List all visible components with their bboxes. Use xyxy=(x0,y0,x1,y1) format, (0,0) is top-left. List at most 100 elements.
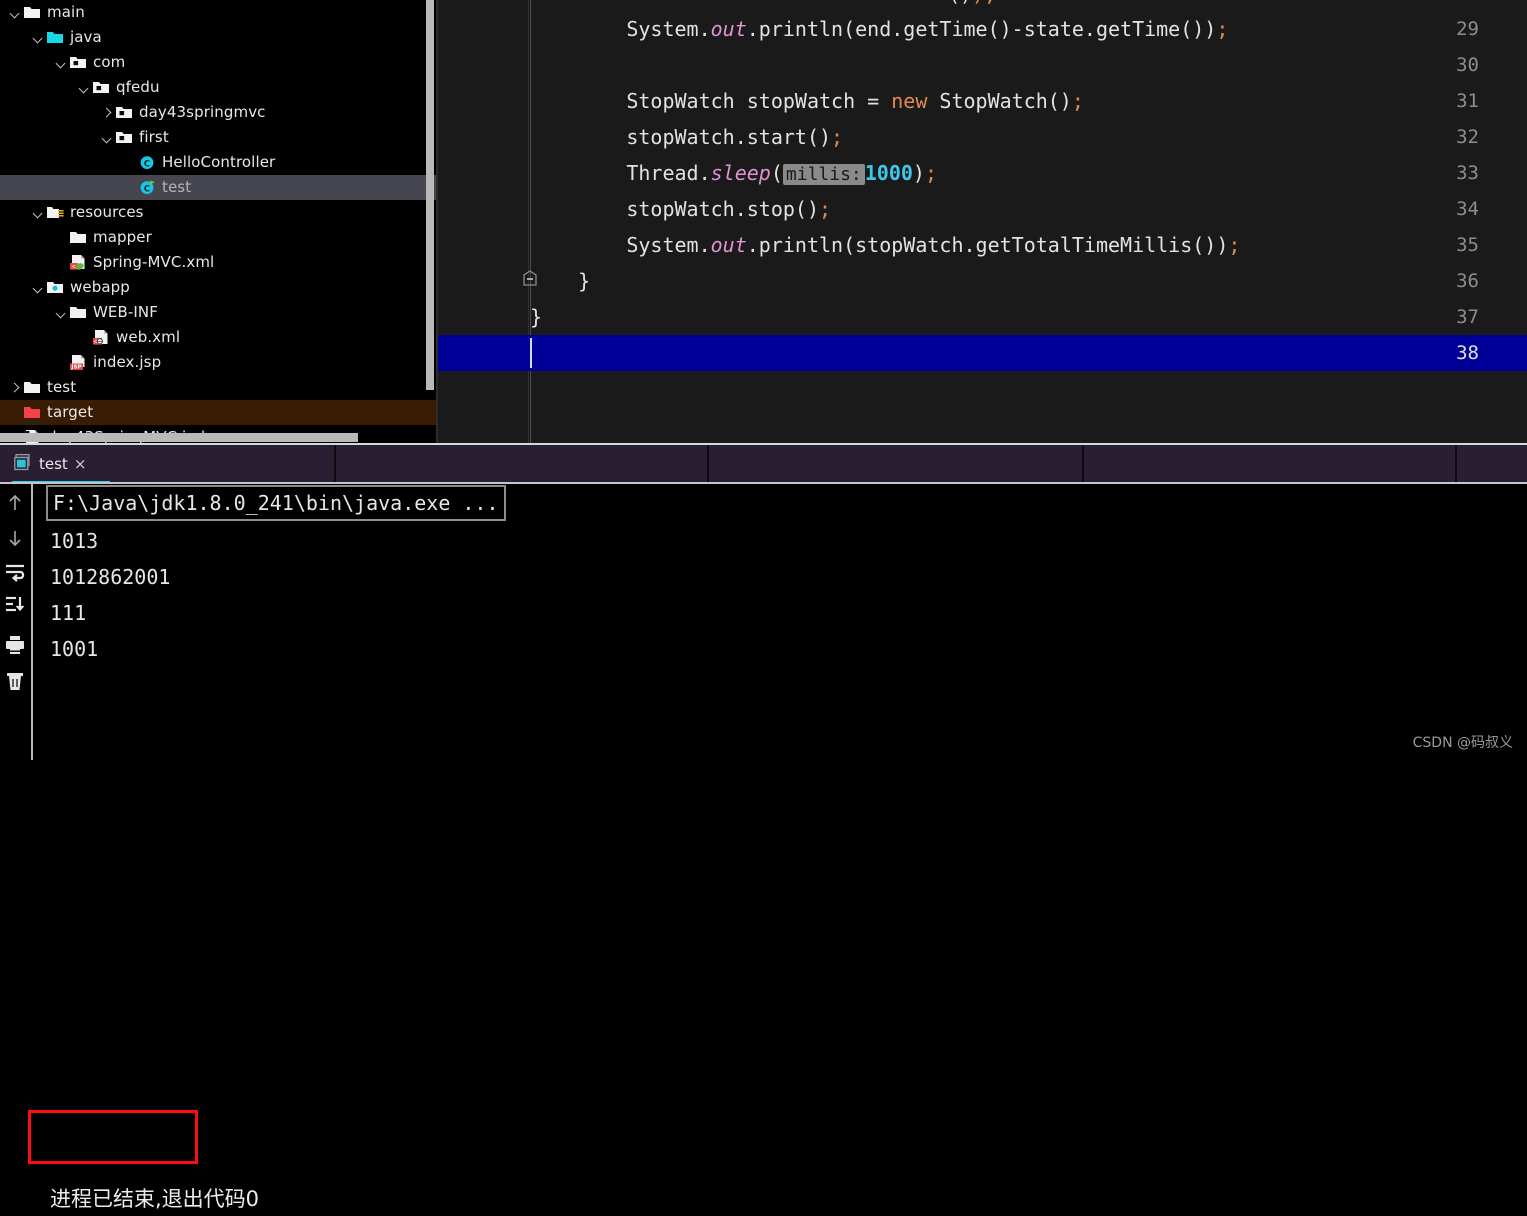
scroll-to-end-icon[interactable] xyxy=(4,594,26,616)
editor-gutter[interactable] xyxy=(438,0,530,443)
console-command-line[interactable]: F:\Java\jdk1.8.0_241\bin\java.exe ... xyxy=(46,485,506,521)
tree-item-test[interactable]: test xyxy=(0,375,436,400)
code-line[interactable]: Thread.sleep(millis: 1000); xyxy=(530,155,1527,191)
run-configuration-icon xyxy=(14,453,32,475)
folder-webapp-icon xyxy=(45,275,65,300)
code-line[interactable]: } xyxy=(530,263,1527,299)
tab-run-test[interactable]: test × xyxy=(14,447,86,481)
folder-red-icon xyxy=(22,400,42,425)
run-console[interactable]: F:\Java\jdk1.8.0_241\bin\java.exe ... 10… xyxy=(0,484,1527,1211)
chevron-down-icon[interactable] xyxy=(8,0,22,25)
chevron-right-icon[interactable] xyxy=(8,375,22,400)
code-editor[interactable]: ()); 29 System.out.println(end.getTime()… xyxy=(438,0,1527,443)
tree-item-webapp[interactable]: webapp xyxy=(0,275,436,300)
text-caret xyxy=(530,338,532,368)
parameter-hint: millis: xyxy=(782,164,865,185)
tree-item-target[interactable]: target xyxy=(0,400,436,425)
tree-item-label: com xyxy=(93,53,126,71)
tree-item-test[interactable]: Ctest xyxy=(0,175,436,200)
code-line[interactable]: } xyxy=(530,299,1527,335)
print-icon[interactable] xyxy=(4,634,26,656)
tree-item-day43springmvc[interactable]: day43springmvc xyxy=(0,100,436,125)
project-tree-panel[interactable]: main java com qfedu day43springmvc first C Hell… xyxy=(0,0,436,443)
process-exit-message: 进程已结束,退出代码0 xyxy=(50,1187,260,1211)
trash-icon[interactable] xyxy=(4,670,26,692)
console-line-highlighted: 1001 xyxy=(50,637,99,661)
tree-item-label: first xyxy=(139,128,169,146)
chevron-down-icon[interactable] xyxy=(31,25,45,50)
tree-item-label: qfedu xyxy=(116,78,160,96)
java-class-icon: C xyxy=(137,150,157,175)
jsp-file-icon: JSP xyxy=(68,350,88,375)
tree-item-main[interactable]: main xyxy=(0,0,436,25)
console-left-rule xyxy=(31,484,33,760)
project-tree-horizontal-scrollbar[interactable] xyxy=(0,433,358,442)
folder-package-icon xyxy=(91,75,111,100)
tree-item-first[interactable]: first xyxy=(0,125,436,150)
tree-item-resources[interactable]: resources xyxy=(0,200,436,225)
tree-item-web-xml[interactable]: < web.xml xyxy=(0,325,436,350)
tree-item-hellocontroller[interactable]: C HelloController xyxy=(0,150,436,175)
console-output[interactable]: F:\Java\jdk1.8.0_241\bin\java.exe ... 10… xyxy=(42,484,1527,760)
code-line[interactable]: System.out.println(stopWatch.getTotalTim… xyxy=(530,227,1527,263)
chevron-down-icon[interactable] xyxy=(54,300,68,325)
scroll-up-icon[interactable] xyxy=(4,492,26,514)
highlight-annotation-box xyxy=(28,1110,198,1164)
console-line: 1013 xyxy=(50,529,99,553)
tree-item-label: test xyxy=(162,178,192,196)
chevron-down-icon[interactable] xyxy=(31,275,45,300)
tree-item-label: main xyxy=(47,3,85,21)
code-line[interactable]: stopWatch.stop(); xyxy=(530,191,1527,227)
watermark: CSDN @码叔义 xyxy=(1412,735,1513,751)
tree-item-com[interactable]: com xyxy=(0,50,436,75)
tool-window-tabbar[interactable]: test × xyxy=(0,443,1527,485)
tabbar-top-rule xyxy=(0,443,1527,445)
tree-item-label: java xyxy=(70,28,102,46)
tree-item-index-jsp[interactable]: JSP index.jsp xyxy=(0,350,436,375)
tree-item-label: resources xyxy=(70,203,144,221)
tree-item-label: Spring-MVC.xml xyxy=(93,253,215,271)
scroll-down-icon[interactable] xyxy=(4,527,26,549)
folder-white-icon xyxy=(22,0,42,25)
tabbar-divider xyxy=(1082,445,1084,482)
tabbar-divider xyxy=(334,445,336,482)
chevron-down-icon[interactable] xyxy=(54,50,68,75)
code-line[interactable]: stopWatch.start(); xyxy=(530,119,1527,155)
code-line[interactable] xyxy=(530,335,1527,371)
folder-package-icon xyxy=(114,125,134,150)
close-icon[interactable]: × xyxy=(74,455,87,473)
tree-item-web-inf[interactable]: WEB-INF xyxy=(0,300,436,325)
tree-item-mapper[interactable]: mapper xyxy=(0,225,436,250)
tab-label: test xyxy=(39,455,68,473)
project-tree-vertical-scrollbar[interactable] xyxy=(426,0,434,390)
folder-package-icon xyxy=(68,50,88,75)
tree-item-label: test xyxy=(47,378,77,396)
svg-text:JSP: JSP xyxy=(70,365,81,371)
soft-wrap-icon[interactable] xyxy=(4,561,26,583)
code-line[interactable]: StopWatch stopWatch = new StopWatch(); xyxy=(530,83,1527,119)
folder-package-icon xyxy=(114,100,134,125)
tree-item-spring-mvc-xml[interactable]: < Spring-MVC.xml xyxy=(0,250,436,275)
chevron-down-icon[interactable] xyxy=(31,200,45,225)
tree-item-label: WEB-INF xyxy=(93,303,158,321)
xml-spring-icon: < xyxy=(68,250,88,275)
tabbar-divider xyxy=(707,445,709,482)
console-line: 1012862001 xyxy=(50,565,171,589)
code-line[interactable] xyxy=(530,47,1527,83)
chevron-down-icon[interactable] xyxy=(77,75,91,100)
svg-text:C: C xyxy=(144,158,150,168)
console-toolbar[interactable] xyxy=(0,484,28,760)
chevron-down-icon[interactable] xyxy=(100,125,114,150)
chevron-right-icon[interactable] xyxy=(100,100,114,125)
tree-item-label: web.xml xyxy=(116,328,181,346)
tree-item-qfedu[interactable]: qfedu xyxy=(0,75,436,100)
tree-item-java[interactable]: java xyxy=(0,25,436,50)
code-line[interactable]: System.out.println(end.getTime()-state.g… xyxy=(530,11,1527,47)
ide-window: main java com qfedu day43springmvc first C Hell… xyxy=(0,0,1527,1211)
folder-resources-icon xyxy=(45,200,65,225)
